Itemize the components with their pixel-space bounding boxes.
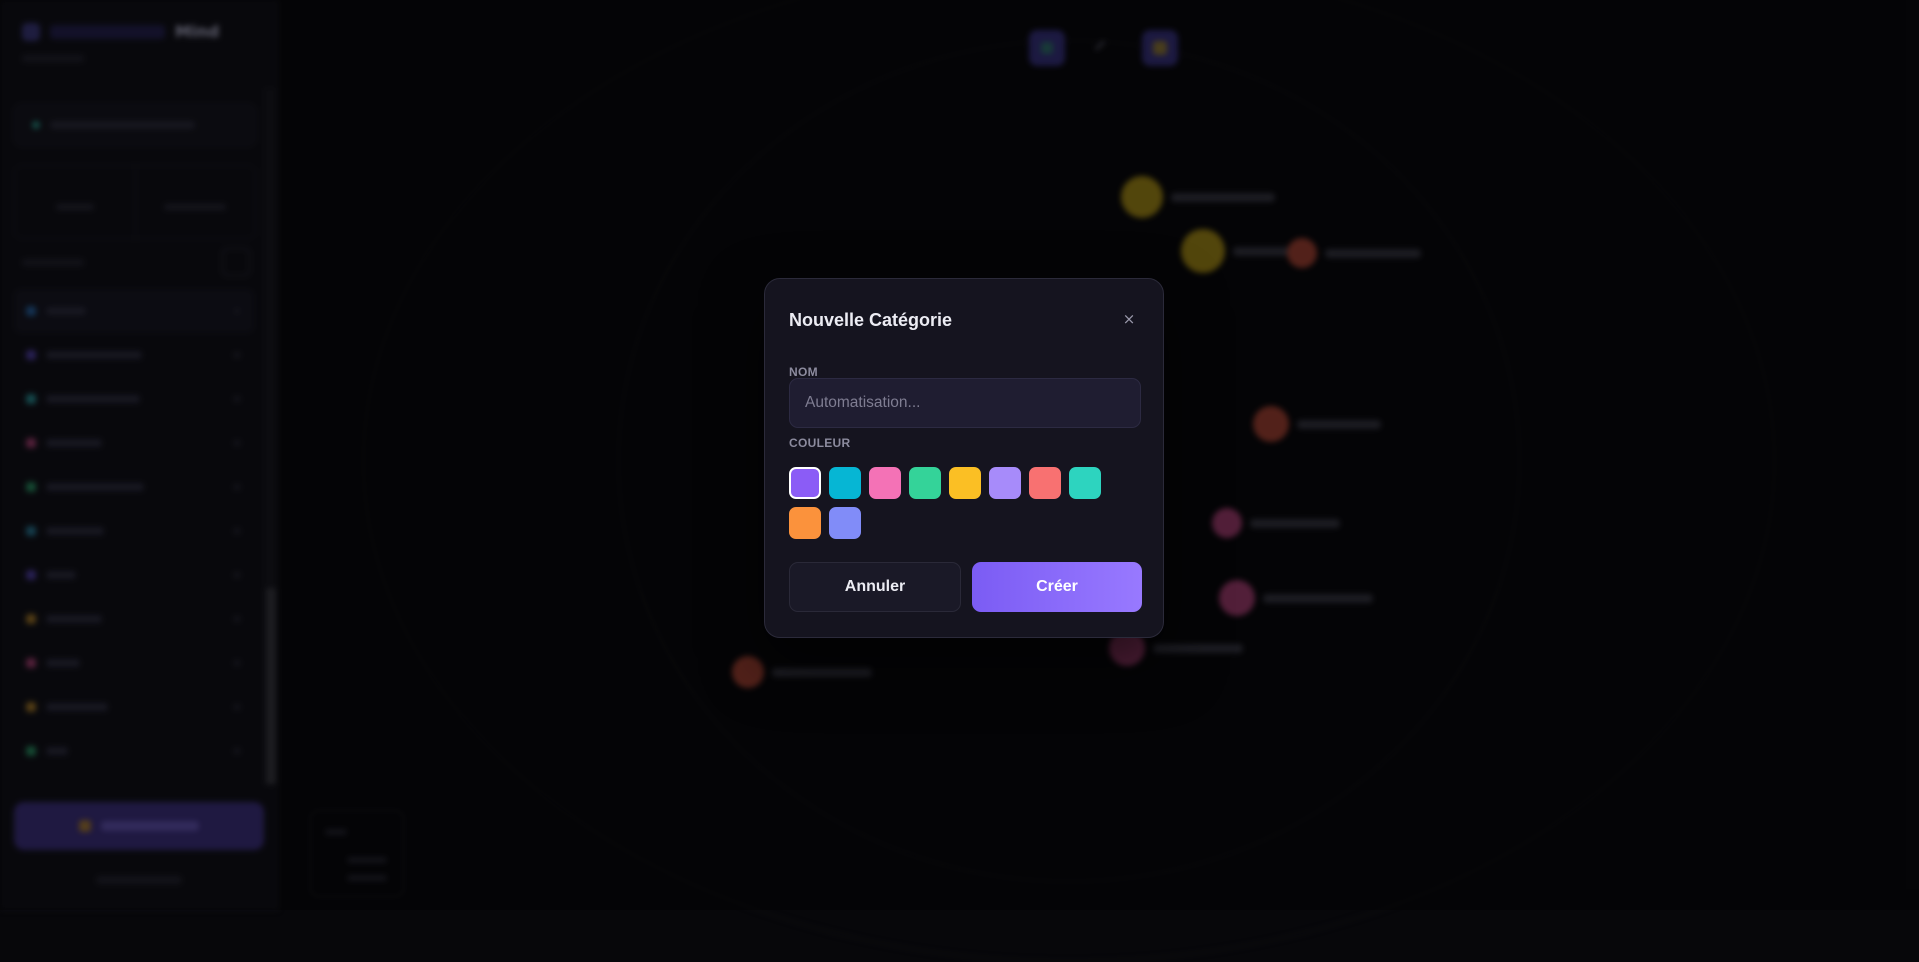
color-swatch[interactable] (949, 467, 981, 499)
name-label: NOM (789, 365, 818, 379)
color-swatch[interactable] (1029, 467, 1061, 499)
new-category-dialog: Nouvelle Catégorie × NOM COULEUR Annuler… (764, 278, 1164, 638)
color-swatch[interactable] (869, 467, 901, 499)
color-swatch[interactable] (789, 507, 821, 539)
cancel-button[interactable]: Annuler (789, 562, 961, 612)
color-swatch[interactable] (989, 467, 1021, 499)
color-swatch[interactable] (909, 467, 941, 499)
category-name-input[interactable] (789, 378, 1141, 428)
dialog-title: Nouvelle Catégorie (789, 310, 953, 330)
color-swatch[interactable] (829, 507, 861, 539)
color-swatch[interactable] (1069, 467, 1101, 499)
close-icon[interactable]: × (1117, 307, 1141, 331)
color-swatch[interactable] (829, 467, 861, 499)
color-label: COULEUR (789, 436, 851, 450)
color-swatch[interactable] (789, 467, 821, 499)
create-button[interactable]: Créer (972, 562, 1142, 612)
